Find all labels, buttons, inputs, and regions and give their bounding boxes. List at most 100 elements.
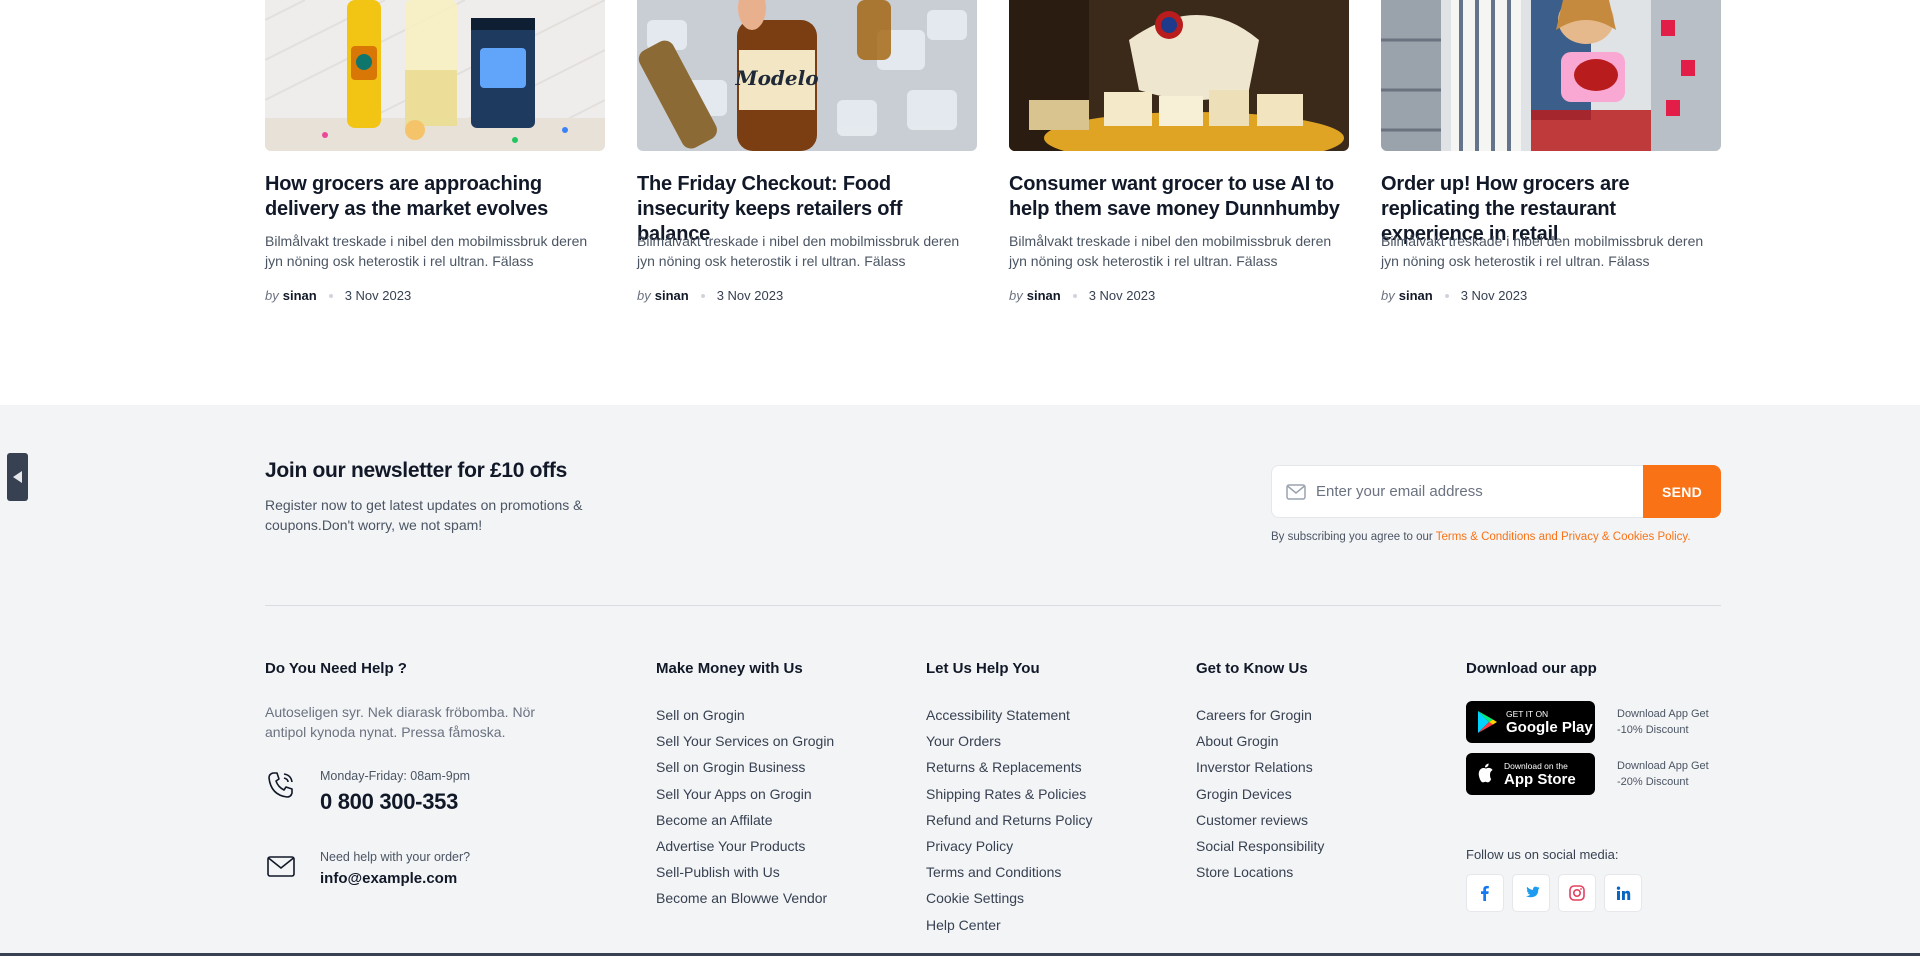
column-title: Make Money with Us (656, 660, 803, 677)
twitter-button[interactable] (1512, 874, 1550, 912)
footer-link[interactable]: Become an Blowwe Vendor (656, 885, 834, 911)
footer-link[interactable]: Customer reviews (1196, 807, 1324, 833)
twitter-icon (1525, 886, 1539, 898)
apple-icon (1478, 763, 1493, 783)
terms-link[interactable]: Terms & Conditions and Privacy & Cookies… (1436, 531, 1691, 543)
footer-link[interactable]: Sell Your Apps on Grogin (656, 781, 834, 807)
svg-text:Modelo: Modelo (734, 66, 818, 90)
blog-post-image[interactable] (265, 0, 605, 151)
blog-post-excerpt: Bilmålvakt treskade i nibel den mobilmis… (637, 233, 960, 269)
support-email[interactable]: info@example.com (320, 870, 470, 887)
footer-divider (265, 605, 1721, 606)
blog-post-image[interactable] (1381, 0, 1721, 151)
phone-hours: Monday-Friday: 08am-9pm (320, 769, 471, 783)
blog-post[interactable]: Modelo The Friday Checkout: Food insecur… (637, 0, 977, 303)
footer-link[interactable]: Your Orders (926, 728, 1093, 754)
footer-link[interactable]: Accessibility Statement (926, 702, 1093, 728)
phone-number[interactable]: 0 800 300-353 (320, 789, 470, 815)
blog-post-title[interactable]: Order up! How grocers are replicating th… (1381, 172, 1721, 245)
app-store-row: Download on the App Store Download App G… (1466, 753, 1717, 795)
footer-link[interactable]: Store Locations (1196, 859, 1324, 885)
column-title: Let Us Help You (926, 660, 1040, 677)
footer-link[interactable]: Sell on Grogin Business (656, 754, 834, 780)
blog-post[interactable]: Consumer want grocer to use AI to help t… (1009, 0, 1349, 303)
newsletter-title: Join our newsletter for £10 offs (265, 459, 567, 482)
instagram-button[interactable] (1558, 874, 1596, 912)
chevron-left-icon (13, 471, 22, 483)
footer-link[interactable]: Sell on Grogin (656, 702, 834, 728)
footer-link[interactable]: Returns & Replacements (926, 754, 1093, 780)
blog-post-image[interactable] (1009, 0, 1349, 151)
byline-prefix: by (1381, 288, 1395, 303)
linkedin-icon (1616, 886, 1630, 900)
terms-prefix: By subscribing you agree to our (1271, 531, 1436, 543)
email-prompt: Need help with your order? (320, 850, 471, 864)
app-column: Download our app GET IT ON Google Play D… (1466, 660, 1717, 912)
footer-link[interactable]: Advertise Your Products (656, 833, 834, 859)
instagram-icon (1569, 885, 1585, 901)
side-panel-toggle[interactable] (7, 453, 28, 501)
column-title: Get to Know Us (1196, 660, 1308, 677)
byline-prefix: by (265, 288, 279, 303)
help-column: Do You Need Help ? Autoseligen syr. Nek … (265, 660, 565, 887)
help-you-column: Let Us Help You Accessibility Statement … (926, 660, 1093, 938)
google-play-note: Download App Get -10% Discount (1617, 708, 1709, 736)
meta-separator (328, 293, 333, 298)
post-date: 3 Nov 2023 (344, 288, 412, 303)
footer-link[interactable]: Grogin Devices (1196, 781, 1324, 807)
google-play-row: GET IT ON Google Play Download App Get -… (1466, 701, 1717, 743)
help-title: Do You Need Help ? (265, 660, 407, 677)
blog-post-title[interactable]: The Friday Checkout: Food insecurity kee… (637, 172, 977, 245)
footer-link[interactable]: Sell-Publish with Us (656, 859, 834, 885)
footer-link[interactable]: Careers for Grogin (1196, 702, 1324, 728)
blog-post-meta: by sinan 3 Nov 2023 (1381, 288, 1721, 303)
facebook-icon (1481, 885, 1489, 901)
blog-post[interactable]: Order up! How grocers are replicating th… (1381, 0, 1721, 303)
linkedin-button[interactable] (1604, 874, 1642, 912)
footer-link[interactable]: Refund and Returns Policy (926, 807, 1093, 833)
footer-link[interactable]: Inverstor Relations (1196, 754, 1324, 780)
author-link[interactable]: sinan (1399, 288, 1433, 303)
phone-icon (268, 772, 293, 798)
newsletter-description: Register now to get latest updates on pr… (265, 497, 583, 533)
footer-link[interactable]: Become an Affilate (656, 807, 834, 833)
author-link[interactable]: sinan (283, 288, 317, 303)
newsletter-send-button[interactable]: SEND (1643, 465, 1721, 518)
know-us-column: Get to Know Us Careers for Grogin About … (1196, 660, 1324, 885)
footer-link[interactable]: Social Responsibility (1196, 833, 1324, 859)
blog-post-excerpt: Bilmålvakt treskade i nibel den mobilmis… (1381, 233, 1704, 269)
app-store-badge[interactable]: Download on the App Store (1466, 753, 1595, 795)
newsletter-email-input[interactable] (1316, 483, 1636, 500)
author-link[interactable]: sinan (1027, 288, 1061, 303)
blog-post-list: How grocers are approaching delivery as … (265, 0, 1721, 303)
blog-post[interactable]: How grocers are approaching delivery as … (265, 0, 605, 303)
blog-post-title[interactable]: Consumer want grocer to use AI to help t… (1009, 172, 1349, 222)
blog-post-excerpt: Bilmålvakt treskade i nibel den mobilmis… (1009, 233, 1332, 269)
newsletter-terms: By subscribing you agree to our Terms & … (1271, 531, 1691, 543)
blog-post-image[interactable]: Modelo (637, 0, 977, 151)
blog-post-title[interactable]: How grocers are approaching delivery as … (265, 172, 605, 222)
blog-post-meta: by sinan 3 Nov 2023 (265, 288, 605, 303)
post-date: 3 Nov 2023 (1460, 288, 1528, 303)
footer-link[interactable]: Cookie Settings (926, 885, 1093, 911)
newsletter-form: SEND (1271, 465, 1721, 518)
google-play-big: Google Play (1506, 718, 1593, 736)
footer-link[interactable]: Terms and Conditions (926, 859, 1093, 885)
app-title: Download our app (1466, 660, 1597, 677)
link-list: Sell on Grogin Sell Your Services on Gro… (656, 702, 834, 912)
follow-label: Follow us on social media: (1466, 847, 1619, 862)
facebook-button[interactable] (1466, 874, 1504, 912)
footer-link[interactable]: Shipping Rates & Policies (926, 781, 1093, 807)
app-store-small: Download on the (1504, 760, 1568, 771)
footer-link[interactable]: Sell Your Services on Grogin (656, 728, 834, 754)
blog-post-meta: by sinan 3 Nov 2023 (637, 288, 977, 303)
footer-link[interactable]: Privacy Policy (926, 833, 1093, 859)
meta-separator (1444, 293, 1449, 298)
google-play-badge[interactable]: GET IT ON Google Play (1466, 701, 1595, 743)
link-list: Accessibility Statement Your Orders Retu… (926, 702, 1093, 938)
footer-link[interactable]: About Grogin (1196, 728, 1324, 754)
byline-prefix: by (1009, 288, 1023, 303)
author-link[interactable]: sinan (655, 288, 689, 303)
footer-link[interactable]: Help Center (926, 912, 1093, 938)
meta-separator (700, 293, 705, 298)
